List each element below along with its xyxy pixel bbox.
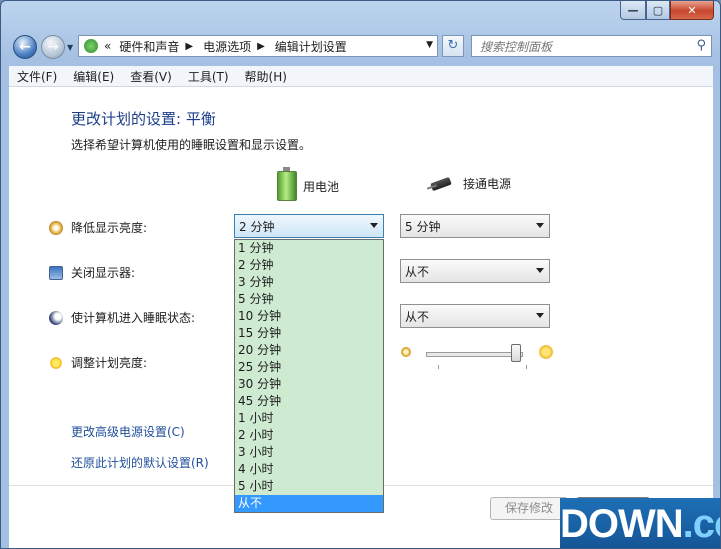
sleep-plugged-value: 从不 [405, 309, 430, 324]
slider-tick [438, 365, 439, 369]
minimize-button[interactable]: — [620, 1, 646, 20]
menu-edit[interactable]: 编辑(E) [65, 68, 122, 85]
turn-off-display-row: 关闭显示器: [49, 264, 136, 281]
chevron-down-icon [536, 313, 544, 318]
breadcrumb-separator-icon[interactable]: ▶ [253, 41, 269, 52]
save-changes-button[interactable]: 保存修改 [490, 497, 568, 520]
page-title: 更改计划的设置: 平衡 [71, 110, 216, 128]
navigation-bar: ← → ▼ « 硬件和声音 ▶ 电源选项 ▶ 编辑计划设置 ▼ ↻ ⚲ [1, 31, 720, 63]
search-icon[interactable]: ⚲ [696, 38, 706, 53]
search-box[interactable]: ⚲ [471, 35, 712, 57]
breadcrumb-power-options[interactable]: 电源选项 [197, 38, 253, 55]
menu-view[interactable]: 查看(V) [122, 68, 180, 85]
menu-tools[interactable]: 工具(T) [180, 68, 237, 85]
sleep-plugged-select[interactable]: 从不 [400, 304, 550, 328]
restore-defaults-link[interactable]: 还原此计划的默认设置(R) [71, 454, 209, 471]
address-bar[interactable]: « 硬件和声音 ▶ 电源选项 ▶ 编辑计划设置 ▼ [78, 35, 438, 57]
breadcrumb-edit-plan[interactable]: 编辑计划设置 [269, 38, 349, 55]
refresh-button[interactable]: ↻ [442, 35, 464, 57]
back-button[interactable]: ← [13, 35, 37, 59]
battery-column-header: 用电池 [277, 167, 340, 201]
caption-buttons: — ▢ ✕ [620, 1, 714, 20]
dim-display-battery-select[interactable]: 2 分钟 [234, 214, 384, 238]
page-subtitle: 选择希望计算机使用的睡眠设置和显示设置。 [71, 138, 312, 152]
brightness-plugged-slider[interactable] [401, 341, 555, 371]
dropdown-option[interactable]: 5 小时 [235, 478, 383, 495]
chevron-down-icon [536, 268, 544, 273]
main-content: 更改计划的设置: 平衡 选择希望计算机使用的睡眠设置和显示设置。 用电池 接通电… [9, 87, 713, 548]
menu-help[interactable]: 帮助(H) [237, 68, 295, 85]
close-button[interactable]: ✕ [670, 1, 714, 20]
address-dropdown-icon[interactable]: ▼ [426, 40, 433, 50]
breadcrumb-prefix[interactable]: « [98, 39, 113, 53]
sleep-label: 使计算机进入睡眠状态: [71, 311, 196, 325]
display-brightness-icon [49, 220, 63, 235]
chevron-down-icon [536, 223, 544, 228]
watermark-main: DOWN [560, 502, 684, 546]
dropdown-option[interactable]: 3 小时 [235, 444, 383, 461]
advanced-settings-link[interactable]: 更改高级电源设置(C) [71, 423, 185, 440]
dim-display-battery-dropdown-list[interactable]: 1 分钟 2 分钟 3 分钟 5 分钟 10 分钟 15 分钟 20 分钟 25 分钟 30 分… [234, 239, 384, 513]
chevron-down-icon [370, 223, 378, 228]
dropdown-option[interactable]: 10 分钟 [235, 308, 383, 325]
dropdown-option[interactable]: 从不 [235, 495, 383, 512]
dropdown-option[interactable]: 1 小时 [235, 410, 383, 427]
forward-button[interactable]: → [41, 35, 65, 59]
recent-pages-dropdown-icon[interactable]: ▼ [67, 43, 73, 52]
plugged-column-label: 接通电源 [463, 177, 512, 191]
slider-thumb[interactable] [511, 344, 521, 362]
dropdown-option[interactable]: 1 分钟 [235, 240, 383, 257]
turn-off-display-plugged-select[interactable]: 从不 [400, 259, 550, 283]
menu-file[interactable]: 文件(F) [9, 68, 65, 85]
sun-icon [49, 355, 63, 370]
dim-display-battery-value: 2 分钟 [239, 219, 275, 234]
brightness-label: 调整计划亮度: [71, 356, 148, 370]
dropdown-option[interactable]: 3 分钟 [235, 274, 383, 291]
dropdown-option[interactable]: 2 小时 [235, 427, 383, 444]
dim-sun-icon [401, 347, 411, 357]
dropdown-option[interactable]: 20 分钟 [235, 342, 383, 359]
moon-sleep-icon [49, 310, 63, 325]
dropdown-option[interactable]: 15 分钟 [235, 325, 383, 342]
dropdown-option[interactable]: 45 分钟 [235, 393, 383, 410]
power-plug-icon [427, 177, 457, 191]
search-input[interactable] [478, 37, 682, 57]
watermark-logo: DOWN.cc [560, 498, 720, 548]
dropdown-option[interactable]: 30 分钟 [235, 376, 383, 393]
dropdown-option[interactable]: 25 分钟 [235, 359, 383, 376]
control-panel-window: — ▢ ✕ ← → ▼ « 硬件和声音 ▶ 电源选项 ▶ 编辑计划设置 ▼ ↻ … [0, 0, 721, 549]
sleep-row: 使计算机进入睡眠状态: [49, 309, 196, 326]
dropdown-option[interactable]: 5 分钟 [235, 291, 383, 308]
dropdown-option[interactable]: 4 小时 [235, 461, 383, 478]
slider-tick [526, 365, 527, 369]
bright-sun-icon [537, 343, 555, 361]
breadcrumb-hardware-sound[interactable]: 硬件和声音 [113, 38, 181, 55]
battery-column-label: 用电池 [303, 179, 340, 194]
slider-track[interactable] [426, 352, 523, 357]
breadcrumb-separator-icon[interactable]: ▶ [181, 41, 197, 52]
battery-icon [277, 167, 297, 201]
turn-off-display-plugged-value: 从不 [405, 264, 430, 279]
dim-display-plugged-value: 5 分钟 [405, 219, 441, 234]
brightness-row: 调整计划亮度: [49, 354, 148, 371]
plugged-column-header: 接通电源 [427, 175, 511, 192]
watermark-suffix: .cc [682, 502, 720, 546]
maximize-button[interactable]: ▢ [646, 1, 670, 20]
dim-display-plugged-select[interactable]: 5 分钟 [400, 214, 550, 238]
control-panel-icon [84, 39, 98, 53]
monitor-icon [49, 265, 63, 280]
dropdown-option[interactable]: 2 分钟 [235, 257, 383, 274]
menu-bar: 文件(F) 编辑(E) 查看(V) 工具(T) 帮助(H) [9, 66, 713, 87]
turn-off-display-label: 关闭显示器: [71, 266, 136, 280]
dim-display-label: 降低显示亮度: [71, 221, 148, 235]
dim-display-row: 降低显示亮度: [49, 219, 148, 236]
